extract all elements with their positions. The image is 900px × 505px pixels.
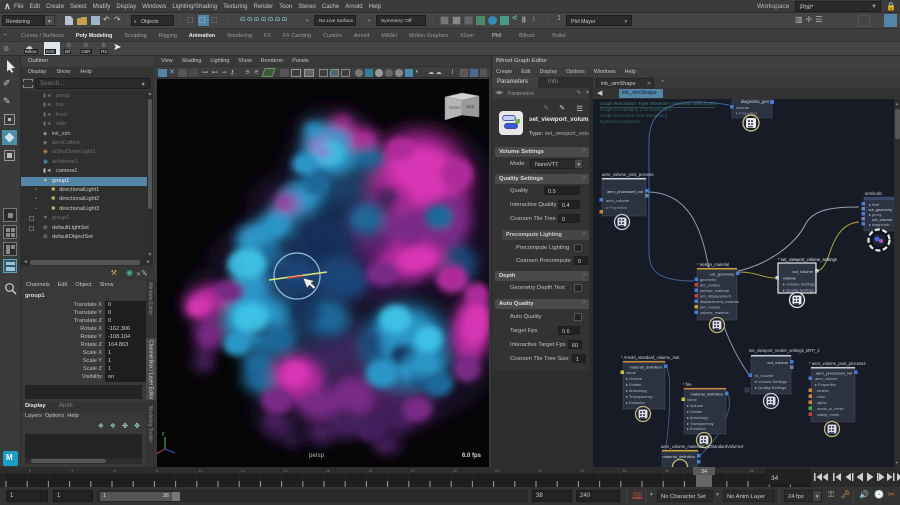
svg-text:* aero_volume_post_process2: * aero_volume_post_process2 — [809, 361, 866, 366]
svg-text:24: 24 — [495, 468, 500, 473]
svg-text:aero_volume: aero_volume — [815, 376, 838, 381]
svg-text:16: 16 — [326, 468, 331, 473]
svg-text:aero_volume: aero_volume — [606, 198, 630, 203]
svg-text:▸ Anisotropy: ▸ Anisotropy — [626, 388, 647, 393]
svg-text:▸ Volume Settings: ▸ Volume Settings — [783, 282, 815, 287]
svg-text:12: 12 — [241, 468, 246, 473]
svg-text:displacement_material: displacement_material — [700, 299, 739, 304]
svg-text:out_geometry: out_geometry — [710, 272, 734, 277]
svg-text:material_definition: material_definition — [630, 365, 662, 370]
svg-text:out_volume: out_volume — [792, 269, 813, 274]
svg-text:▸ diagnostic: ▸ diagnostic — [869, 222, 890, 227]
svg-text:arb_volume: arb_volume — [700, 305, 720, 310]
svg-text:▸ Scatter: ▸ Scatter — [687, 409, 703, 414]
svg-text:34: 34 — [771, 475, 779, 482]
svg-text:aero_processed_vol: aero_processed_vol — [607, 189, 643, 194]
svg-text:surface_material: surface_material — [700, 288, 729, 293]
svg-text:* assign_material: * assign_material — [697, 262, 729, 267]
svg-text:34: 34 — [701, 469, 707, 475]
svg-text:18: 18 — [368, 468, 373, 473]
svg-text:▸ Emission: ▸ Emission — [626, 400, 645, 405]
svg-text:14: 14 — [283, 468, 288, 473]
svg-text:in_volume: in_volume — [755, 373, 774, 378]
svg-text:▸ Volume: ▸ Volume — [687, 403, 703, 408]
svg-text:enable: enable — [817, 388, 829, 393]
svg-text:* set_viewport_volume_settings: * set_viewport_volume_settings — [778, 257, 837, 262]
svg-text:▸ Volume: ▸ Volume — [626, 376, 642, 381]
svg-text:▸ Scatter: ▸ Scatter — [626, 382, 642, 387]
svg-text:volume: volume — [736, 105, 750, 110]
svg-text:aero_processed_vol: aero_processed_vol — [816, 371, 852, 376]
svg-text:name: name — [687, 397, 697, 402]
svg-text:20: 20 — [410, 468, 415, 473]
svg-text:geometry: geometry — [700, 277, 716, 282]
svg-text:28: 28 — [580, 468, 585, 473]
svg-text:volume_material: volume_material — [700, 310, 729, 315]
svg-text:▸ Quality Settings: ▸ Quality Settings — [755, 385, 786, 390]
svg-text:out_volume: out_volume — [767, 360, 788, 365]
svg-text:▸ Properties: ▸ Properties — [815, 382, 836, 387]
svg-text:material_definition: material_definition — [663, 454, 695, 459]
svg-text:▸ Transparency: ▸ Transparency — [626, 394, 653, 399]
svg-text:aero_volume_post_process: aero_volume_post_process — [602, 172, 653, 177]
svg-text:30: 30 — [622, 468, 627, 473]
svg-text:color: color — [817, 394, 826, 399]
svg-text:alpha: alpha — [817, 400, 827, 405]
svg-text:36: 36 — [750, 468, 755, 473]
svg-text:* Arnold_standard_volume_mat: * Arnold_standard_volume_mat — [621, 355, 680, 360]
svg-text:26: 26 — [538, 468, 543, 473]
svg-text:22: 22 — [453, 468, 458, 473]
svg-text:mode_to_mesh: mode_to_mesh — [817, 406, 844, 411]
svg-text:y: y — [162, 431, 165, 437]
svg-text:▸ Properties: ▸ Properties — [606, 205, 627, 210]
svg-text:▸ Emission: ▸ Emission — [687, 426, 706, 431]
svg-text:aero_volume_materials_aiStanda: aero_volume_materials_aiStandardVolume2 — [661, 444, 744, 449]
svg-text:material_definition: material_definition — [691, 392, 723, 397]
svg-text:terminal1: terminal1 — [865, 191, 883, 196]
svg-text:name: name — [626, 370, 636, 375]
svg-text:▸ Anisotropy: ▸ Anisotropy — [687, 415, 708, 420]
svg-text:▸ Quality Settings: ▸ Quality Settings — [783, 288, 814, 293]
svg-text:▸ Volume Settings: ▸ Volume Settings — [755, 379, 787, 384]
svg-text:arb_surface: arb_surface — [700, 283, 721, 288]
svg-text:* fire: * fire — [683, 382, 692, 387]
svg-text:Dynamic Constants:: Dynamic Constants: — [600, 119, 641, 124]
svg-text:arb_displacement: arb_displacement — [700, 294, 732, 299]
svg-text:volume: volume — [783, 276, 797, 281]
svg-text:10: 10 — [198, 468, 203, 473]
svg-text:diagnostic_geo: diagnostic_geo — [741, 99, 770, 104]
svg-text:clamp_mesh: clamp_mesh — [817, 412, 839, 417]
svg-text:▸ Properties: ▸ Properties — [736, 111, 757, 116]
svg-text:32: 32 — [665, 468, 670, 473]
svg-text:set_viewport_render_settings_M: set_viewport_render_settings_MTP_2 — [749, 348, 820, 353]
